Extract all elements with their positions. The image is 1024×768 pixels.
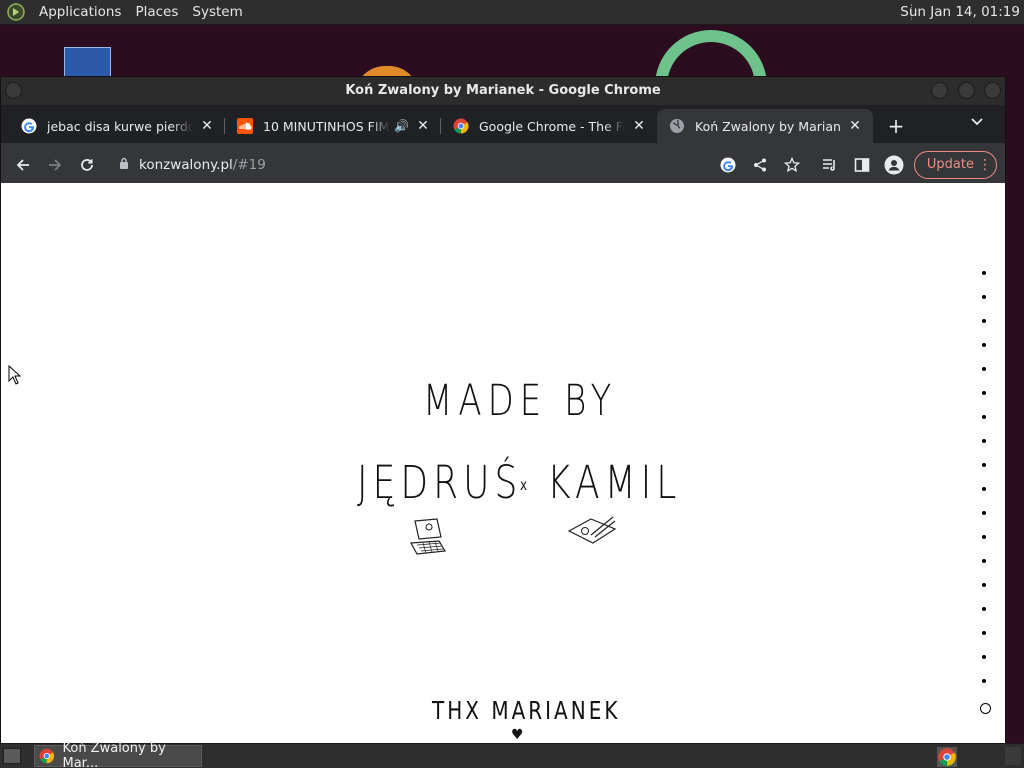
address-bar[interactable]: konzwalony.pl/#19 (109, 149, 749, 181)
profile-avatar-icon[interactable] (878, 149, 910, 181)
maximize-button[interactable] (958, 82, 975, 99)
drawing-tablet-sketch-icon (567, 516, 617, 544)
section-dot[interactable] (982, 367, 986, 371)
system-menu[interactable]: System (185, 0, 249, 25)
bottom-panel: Koń Zwalony by Mar... (0, 741, 1024, 768)
tab-chrome[interactable]: Google Chrome - The Fas ✕ (441, 109, 657, 143)
update-button[interactable]: Update ⋮ (913, 150, 997, 179)
section-dot[interactable] (982, 487, 986, 491)
section-navigation (980, 271, 991, 714)
more-vertical-icon[interactable]: ⋮ (974, 157, 996, 173)
back-arrow-icon[interactable] (7, 149, 39, 181)
chrome-icon (39, 748, 55, 764)
tab-strip: jebac disa kurwe pierdolon ✕ 10 MINUTINH… (1, 105, 1005, 143)
minimize-button[interactable] (931, 82, 948, 99)
speaker-icon[interactable]: 🔊 (394, 119, 409, 133)
url-text[interactable]: konzwalony.pl/#19 (139, 157, 266, 173)
mouse-cursor-icon (8, 365, 22, 385)
page-heading: MADE BY (423, 376, 618, 426)
window-title: Koń Zwalony by Marianek - Google Chrome (345, 83, 661, 98)
heart-icon: ♥ (511, 727, 524, 743)
window-titlebar[interactable]: Koń Zwalony by Marianek - Google Chrome (1, 77, 1005, 105)
top-panel: Applications Places System Sun Jan 14, 0… (0, 0, 1024, 25)
applications-menu[interactable]: Applications (32, 0, 128, 25)
close-window-button[interactable] (984, 82, 1001, 99)
browser-toolbar: konzwalony.pl/#19 Update ⋮ (1, 143, 1005, 186)
distro-logo-icon[interactable] (6, 2, 26, 22)
window-menu-button[interactable] (5, 82, 22, 99)
section-dot[interactable] (982, 655, 986, 659)
taskbar-label: Koń Zwalony by Mar... (62, 741, 166, 768)
thanks-text: THX MARIANEK (432, 695, 621, 725)
bookmark-star-icon[interactable] (776, 149, 808, 181)
toolbar-actions: Update ⋮ (712, 149, 997, 181)
section-dot[interactable] (982, 415, 986, 419)
section-dot[interactable] (982, 679, 986, 683)
close-tab-icon[interactable]: ✕ (631, 118, 647, 134)
section-dot[interactable] (982, 343, 986, 347)
close-tab-icon[interactable]: ✕ (199, 118, 215, 134)
close-tab-icon[interactable]: ✕ (415, 118, 431, 134)
tab-title: 10 MINUTINHOS FIM D (263, 118, 391, 134)
lock-icon[interactable] (119, 157, 129, 173)
share-icon[interactable] (744, 149, 776, 181)
tab-search-chevron-icon[interactable] (971, 115, 983, 129)
clock[interactable]: Sun Jan 14, 01:19 (900, 0, 1020, 25)
tab-title: Koń Zwalony by Marianek (695, 118, 841, 134)
taskbar-chrome-window[interactable]: Koń Zwalony by Mar... (34, 741, 202, 768)
chrome-window: Koń Zwalony by Marianek - Google Chrome … (1, 77, 1005, 743)
author-left: JĘDRUŚ (357, 457, 523, 510)
side-panel-icon[interactable] (846, 149, 878, 181)
section-dot[interactable] (982, 559, 986, 563)
google-g-icon (21, 118, 37, 134)
section-dot[interactable] (982, 295, 986, 299)
globe-icon (669, 118, 685, 134)
places-menu[interactable]: Places (128, 0, 185, 25)
workspace-switcher[interactable] (1005, 747, 1021, 765)
tab-title: Google Chrome - The Fas (479, 118, 625, 134)
section-dot[interactable] (982, 319, 986, 323)
forward-arrow-icon[interactable] (39, 149, 71, 181)
page-content: MADE BY JĘDRUŚ x KAMIL THX MARIANEK ♥ (1, 183, 1005, 743)
section-dot[interactable] (982, 607, 986, 611)
google-lens-icon[interactable] (712, 149, 744, 181)
section-dot[interactable] (982, 439, 986, 443)
soundcloud-icon (237, 118, 253, 134)
close-tab-icon[interactable]: ✕ (847, 118, 863, 134)
section-dot[interactable] (982, 391, 986, 395)
media-control-icon[interactable] (814, 149, 846, 181)
show-desktop-icon[interactable] (3, 748, 21, 764)
url-host: konzwalony.pl (139, 157, 233, 173)
chrome-icon (453, 118, 469, 134)
tray-chrome-icon[interactable] (937, 747, 957, 767)
section-dot[interactable] (982, 463, 986, 467)
current-section-ring[interactable] (980, 703, 991, 714)
author-separator: x (520, 476, 531, 494)
url-path: /#19 (232, 157, 266, 173)
update-label: Update (926, 157, 974, 172)
tab-kon-zwalony[interactable]: Koń Zwalony by Marianek ✕ (657, 109, 873, 143)
section-dot[interactable] (982, 511, 986, 515)
reload-icon[interactable] (71, 149, 103, 181)
section-dot[interactable] (982, 535, 986, 539)
desktop-computer-icon[interactable] (64, 47, 111, 77)
tab-title: jebac disa kurwe pierdolon (47, 118, 193, 134)
section-dot[interactable] (982, 271, 986, 275)
tab-soundcloud[interactable]: 10 MINUTINHOS FIM D 🔊 ✕ (225, 109, 441, 143)
tab-google-search[interactable]: jebac disa kurwe pierdolon ✕ (9, 109, 225, 143)
laptop-sketch-icon (410, 518, 446, 555)
section-dot[interactable] (982, 631, 986, 635)
author-right: KAMIL (547, 457, 682, 510)
section-dot[interactable] (982, 583, 986, 587)
panel-menu: Applications Places System (0, 0, 250, 25)
new-tab-button[interactable]: + (881, 111, 911, 141)
